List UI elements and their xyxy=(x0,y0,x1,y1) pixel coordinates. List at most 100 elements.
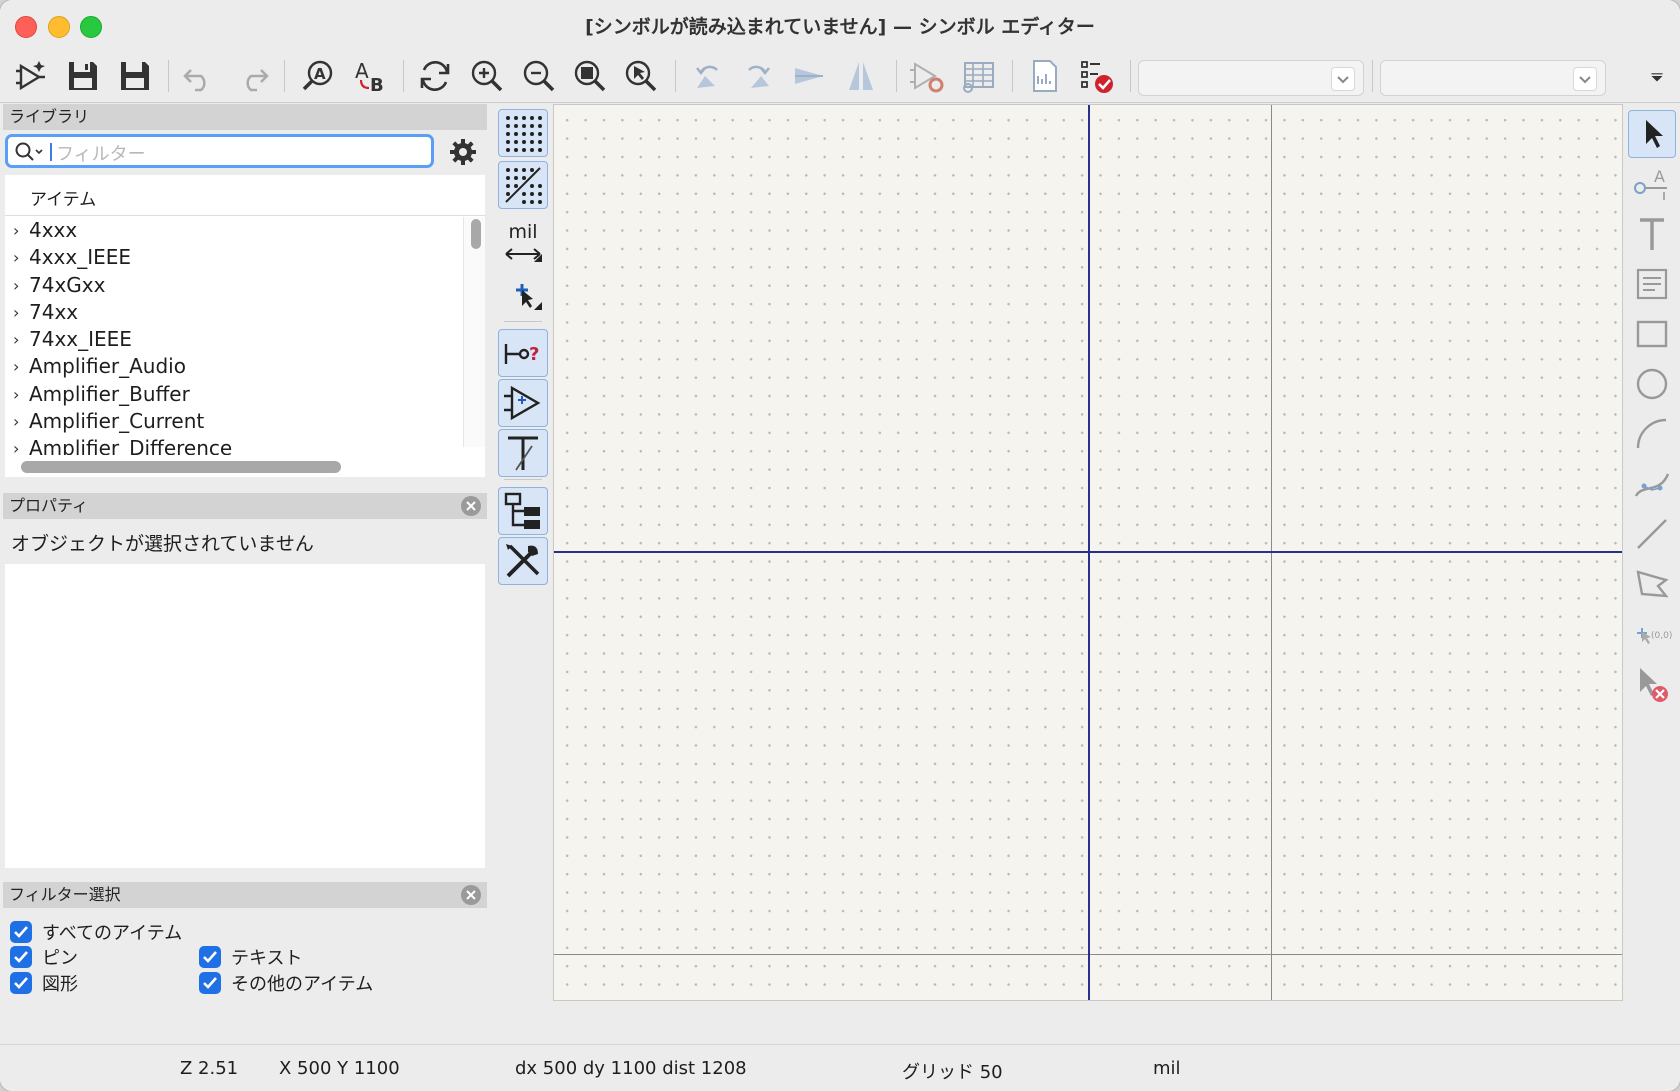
chevron-right-icon[interactable]: › xyxy=(13,217,19,244)
show-hidden-pins-button[interactable] xyxy=(498,379,548,427)
add-rectangle-button[interactable] xyxy=(1628,310,1676,358)
show-pin-electrical-type-button[interactable]: ? xyxy=(498,329,548,377)
units-label[interactable]: mil xyxy=(498,221,548,243)
find-button[interactable]: A xyxy=(298,56,340,96)
zoom-out-button[interactable] xyxy=(518,56,560,96)
checkbox-checked[interactable] xyxy=(199,946,221,968)
status-units: mil xyxy=(1153,1058,1181,1079)
delete-tool-button[interactable] xyxy=(1628,660,1676,708)
checkbox-checked[interactable] xyxy=(199,972,221,994)
library-item[interactable]: › Amplifier_Current xyxy=(5,408,463,435)
properties-toggle-button[interactable] xyxy=(498,537,548,585)
datasheet-button[interactable] xyxy=(1024,56,1066,96)
toolbar-overflow-button[interactable] xyxy=(1642,56,1672,96)
undo-button[interactable] xyxy=(178,56,220,96)
add-line-button[interactable] xyxy=(1628,510,1676,558)
textbox-icon xyxy=(1636,268,1668,300)
checkbox-checked[interactable] xyxy=(10,921,32,943)
add-circle-button[interactable] xyxy=(1628,360,1676,408)
chevron-right-icon[interactable]: › xyxy=(13,353,19,380)
chevron-right-icon[interactable]: › xyxy=(13,408,19,435)
chevron-right-icon[interactable]: › xyxy=(13,299,19,326)
drawing-canvas[interactable] xyxy=(553,104,1623,1001)
svg-text:A: A xyxy=(355,59,369,83)
mirror-vertical-button[interactable] xyxy=(840,56,882,96)
checkbox-checked[interactable] xyxy=(10,946,32,968)
library-search-input[interactable]: フィルター xyxy=(5,134,434,168)
zoom-in-button[interactable] xyxy=(466,56,508,96)
hierarchy-navigator-button[interactable] xyxy=(498,487,548,535)
refresh-button[interactable] xyxy=(414,56,456,96)
filter-all-items-checkbox[interactable]: すべてのアイテム xyxy=(10,919,182,945)
library-item[interactable]: › 74xGxx xyxy=(5,272,463,299)
erc-check-button[interactable] xyxy=(1076,56,1118,96)
polygon-icon xyxy=(1636,570,1669,598)
filter-other-items-checkbox[interactable]: その他のアイテム xyxy=(199,970,373,996)
show-hidden-fields-button[interactable] xyxy=(498,429,548,477)
library-item[interactable]: › 74xx_IEEE xyxy=(5,326,463,353)
save-button[interactable] xyxy=(62,56,104,96)
units-toggle-button[interactable] xyxy=(498,243,548,265)
find-replace-button[interactable]: AB xyxy=(350,56,392,96)
part-select[interactable] xyxy=(1380,60,1606,96)
add-polygon-button[interactable] xyxy=(1628,560,1676,608)
filter-close-button[interactable] xyxy=(461,885,481,905)
add-pin-button[interactable]: A xyxy=(1628,160,1676,208)
gear-icon[interactable] xyxy=(448,137,478,167)
grid-overrides-icon xyxy=(505,167,542,204)
tree-vertical-scrollbar[interactable] xyxy=(463,217,485,447)
arc-icon xyxy=(1636,418,1667,449)
library-item[interactable]: › 4xxx xyxy=(5,217,463,244)
zoom-in-icon xyxy=(471,60,503,92)
add-bezier-button[interactable] xyxy=(1628,460,1676,508)
part-select-chevron xyxy=(1573,67,1597,91)
set-anchor-button[interactable]: (0,0) xyxy=(1628,610,1676,658)
new-symbol-button[interactable] xyxy=(12,56,54,96)
symbol-properties-icon xyxy=(910,62,944,93)
tree-vertical-scroll-thumb[interactable] xyxy=(471,219,481,249)
library-item[interactable]: › Amplifier_Buffer xyxy=(5,381,463,408)
chevron-right-icon[interactable]: › xyxy=(13,381,19,408)
library-tree: アイテム › 4xxx › 4xxx_IEEE › 74xGxx › 74xx › 74x… xyxy=(5,175,485,477)
library-item[interactable]: › Amplifier_Audio xyxy=(5,353,463,380)
tree-horizontal-scroll-thumb[interactable] xyxy=(21,461,341,473)
symbol-properties-button[interactable] xyxy=(906,56,948,96)
filter-pins-checkbox[interactable]: ピン xyxy=(10,944,78,970)
properties-close-button[interactable] xyxy=(461,496,481,516)
chevron-down-icon xyxy=(1337,76,1349,84)
library-panel-header: ライブラリ xyxy=(3,104,487,130)
tree-column-label: アイテム xyxy=(30,190,97,210)
library-item[interactable]: › 4xxx_IEEE xyxy=(5,244,463,271)
cursor-style-button[interactable] xyxy=(498,273,548,321)
chevron-right-icon[interactable]: › xyxy=(13,244,19,271)
filter-text-checkbox[interactable]: テキスト xyxy=(199,944,302,970)
zoom-fit-button[interactable] xyxy=(569,56,611,96)
checkbox-checked[interactable] xyxy=(10,972,32,994)
pin-table-button[interactable] xyxy=(958,56,1000,96)
grid-dots-icon xyxy=(506,116,542,152)
zoom-selection-button[interactable] xyxy=(620,56,662,96)
rotate-cw-button[interactable] xyxy=(738,56,780,96)
chevron-right-icon[interactable]: › xyxy=(13,272,19,299)
mirror-horizontal-button[interactable] xyxy=(788,56,830,96)
zoom-fit-icon xyxy=(574,60,606,92)
rotate-ccw-button[interactable] xyxy=(686,56,728,96)
select-tool-button[interactable] xyxy=(1628,110,1676,158)
redo-button[interactable] xyxy=(232,56,274,96)
filter-graphics-checkbox[interactable]: 図形 xyxy=(10,970,78,996)
add-textbox-button[interactable] xyxy=(1628,260,1676,308)
grid-overrides-button[interactable] xyxy=(498,161,548,209)
library-item[interactable]: › 74xx xyxy=(5,299,463,326)
page-border-line xyxy=(1271,105,1272,1000)
add-text-button[interactable] xyxy=(1628,210,1676,258)
add-arc-button[interactable] xyxy=(1628,410,1676,458)
chevron-right-icon[interactable]: › xyxy=(13,326,19,353)
svg-text:?: ? xyxy=(529,344,539,365)
unit-select[interactable] xyxy=(1138,60,1364,96)
grid-toggle-button[interactable] xyxy=(498,109,548,157)
save-all-button[interactable] xyxy=(114,56,156,96)
zoom-out-icon xyxy=(523,60,555,92)
unit-select-chevron xyxy=(1331,67,1355,91)
symbol-editor-window: [シンボルが読み込まれていません] — シンボル エディター A AB ライブラ… xyxy=(0,0,1680,1091)
x-axis-line xyxy=(554,551,1622,553)
